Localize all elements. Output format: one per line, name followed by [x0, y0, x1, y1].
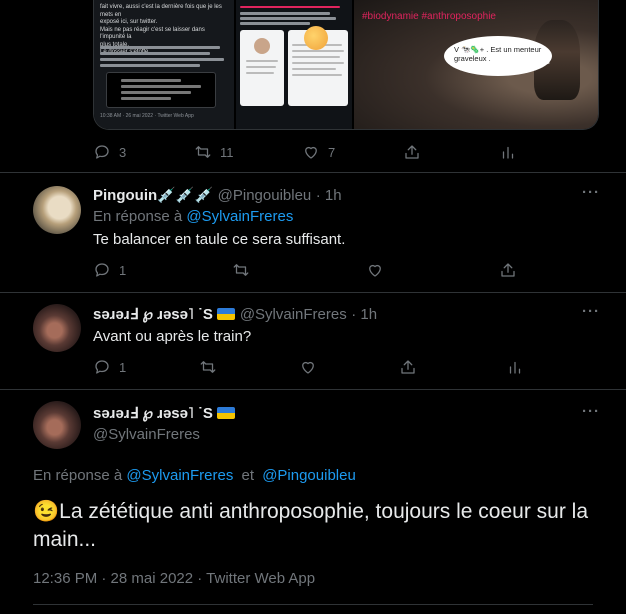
reply-context: En réponse à @SylvainFreres [93, 208, 293, 225]
face-emoji-sticker [304, 26, 328, 50]
reply-icon [93, 261, 111, 279]
retweet-button[interactable]: 11 [194, 143, 234, 161]
media-a-line: fait vivre, aussi c'est la dernière fois… [100, 4, 222, 18]
doc-thumb-1 [240, 30, 284, 106]
divider [0, 292, 626, 293]
media-a-line: exposé ici, sur twitter. [100, 19, 158, 25]
user-handle[interactable]: @SylvainFreres [240, 306, 347, 323]
retweet-icon [194, 143, 212, 161]
more-icon[interactable]: ··· [582, 184, 600, 201]
share-icon [399, 358, 417, 376]
share-button[interactable] [403, 143, 421, 161]
mention-link[interactable]: @SylvainFreres [126, 467, 233, 484]
display-name[interactable]: sǝɹǝɹℲ ℘ ɹǝsǝ˥ ˙S [93, 306, 213, 323]
like-icon [366, 261, 384, 279]
analytics-icon [506, 358, 524, 376]
reply-button[interactable]: 1 [93, 358, 126, 376]
embedded-tweet-card [106, 72, 216, 108]
retweet-icon [199, 358, 217, 376]
reply-count: 1 [119, 359, 127, 375]
tweet-header: Pingouin💉💉💉 @Pingouibleu · 1h [93, 186, 342, 205]
like-icon [302, 143, 320, 161]
like-count: 7 [328, 144, 336, 160]
like-button[interactable]: 7 [302, 143, 335, 161]
tweet-time[interactable]: · 1h [351, 306, 377, 323]
reply-icon [93, 143, 111, 161]
ukraine-flag-icon [217, 308, 236, 320]
more-icon[interactable]: ··· [582, 403, 600, 420]
main-tweet-text: 😉La zététique anti anthroposophie, toujo… [33, 500, 588, 551]
like-button[interactable] [299, 358, 317, 376]
tweet-text: Te balancer en taule ce sera suffisant. [93, 231, 346, 248]
avatar-sylvain[interactable] [33, 401, 81, 449]
media-screenshot-1[interactable]: fait vivre, aussi c'est la dernière fois… [94, 0, 234, 129]
divider [0, 389, 626, 390]
media-a-footer: 10:38 AM · 26 mai 2022 · Twitter Web App [100, 113, 194, 119]
reply-conjunction: et [241, 467, 255, 484]
main-tweet-author: sǝɹǝɹℲ ℘ ɹǝsǝ˥ ˙S [93, 404, 236, 423]
tweet-time[interactable]: · 1h [316, 187, 342, 204]
tweet-text: Avant ou après le train? [93, 328, 252, 345]
divider [0, 172, 626, 173]
share-button[interactable] [499, 261, 517, 279]
reply-prefix: En réponse à [93, 208, 183, 225]
reply-context: En réponse à @SylvainFreres et @Pingouib… [33, 467, 356, 484]
media-a-line: Mais ne pas réagir c'est se laisser dans… [100, 26, 205, 41]
user-handle[interactable]: @SylvainFreres [93, 426, 200, 443]
reply-icon [93, 358, 111, 376]
avatar-pingouin[interactable] [33, 186, 81, 234]
reply-button[interactable]: 1 [93, 261, 126, 279]
mention-link[interactable]: @SylvainFreres [186, 208, 293, 225]
analytics-icon [499, 143, 517, 161]
like-button[interactable] [366, 261, 384, 279]
like-icon [299, 358, 317, 376]
share-icon [499, 261, 517, 279]
analytics-button[interactable] [506, 358, 524, 376]
user-handle[interactable]: @Pingouibleu [218, 187, 312, 204]
divider [33, 604, 593, 605]
ukraine-flag-icon [217, 407, 236, 419]
media-hashtags: #biodynamie #anthroposophie [362, 11, 496, 22]
reply-count: 1 [119, 262, 127, 278]
share-icon [403, 143, 421, 161]
reply-prefix: En réponse à [33, 467, 123, 484]
media-video-still[interactable]: #biodynamie #anthroposophie V 🐄🦠+ . Est … [352, 0, 598, 129]
video-subtitle [454, 115, 598, 129]
reply-button[interactable]: 3 [93, 143, 126, 161]
reply-count: 3 [119, 144, 127, 160]
retweet-icon [232, 261, 250, 279]
tweet-header: sǝɹǝɹℲ ℘ ɹǝsǝ˥ ˙S @SylvainFreres · 1h [93, 305, 377, 324]
mention-link[interactable]: @Pingouibleu [262, 467, 356, 484]
retweet-button[interactable] [199, 358, 217, 376]
retweet-count: 11 [220, 144, 234, 160]
tweet-media-grid[interactable]: fait vivre, aussi c'est la dernière fois… [93, 0, 599, 130]
avatar-sylvain[interactable] [33, 304, 81, 352]
analytics-button[interactable] [499, 143, 517, 161]
display-name[interactable]: sǝɹǝɹℲ ℘ ɹǝsǝ˥ ˙S [93, 405, 213, 422]
retweet-button[interactable] [232, 261, 250, 279]
speech-bubble: V 🐄🦠+ . Est un menteur graveleux . [444, 36, 552, 76]
display-name[interactable]: Pingouin💉💉💉 [93, 187, 213, 204]
media-screenshot-2[interactable] [234, 0, 352, 129]
more-icon[interactable]: ··· [582, 303, 600, 320]
tweet-timestamp[interactable]: 12:36 PM · 28 mai 2022 · Twitter Web App [33, 570, 315, 587]
share-button[interactable] [399, 358, 417, 376]
